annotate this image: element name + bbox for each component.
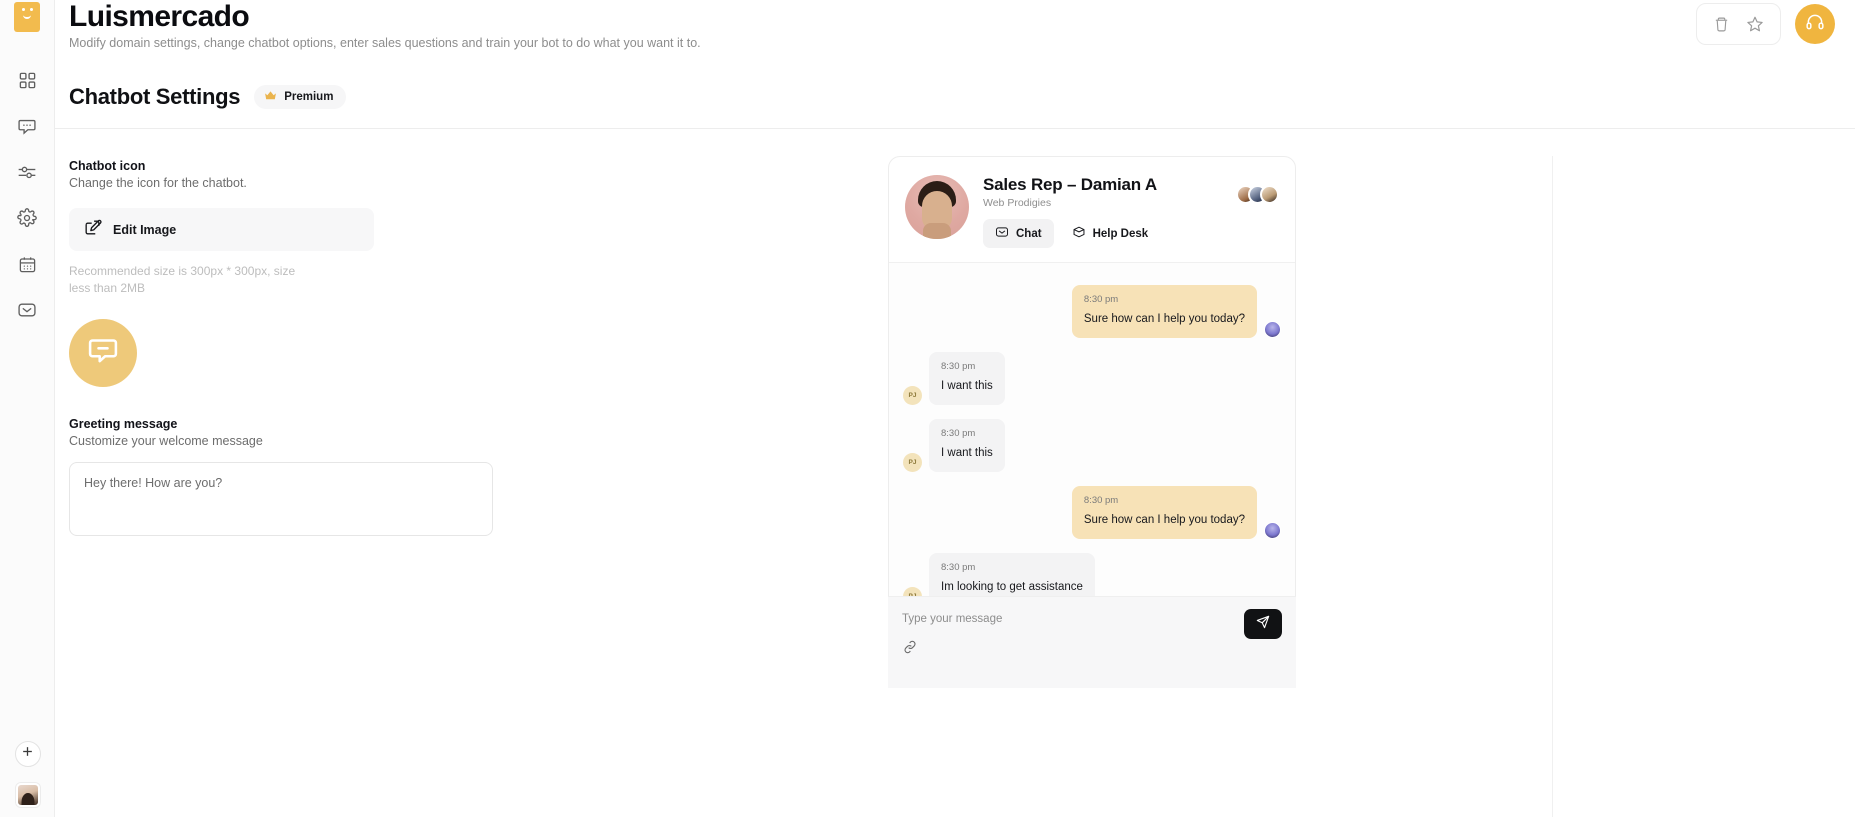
edit-image-button[interactable]: Edit Image — [69, 208, 374, 251]
chat-preview-tabs: Chat Help Desk — [983, 219, 1160, 248]
image-size-hint: Recommended size is 300px * 300px, size … — [69, 264, 296, 295]
top-actions — [1696, 0, 1835, 45]
support-button[interactable] — [1795, 4, 1835, 44]
greeting-input[interactable] — [69, 462, 493, 536]
chatbot-icon-description: Change the icon for the chatbot. — [69, 176, 247, 190]
message-text: Sure how can I help you today? — [1083, 313, 1245, 325]
user-bubble: 8:30 pm I want this — [929, 352, 1005, 405]
chatbot-icon-label: Chatbot icon — [69, 159, 146, 173]
greeting-message-field: Greeting message Customize your welcome … — [69, 417, 915, 541]
grid-icon — [18, 71, 37, 90]
sales-rep-name: Sales Rep – Damian A — [983, 175, 1157, 194]
message-text: Sure how can I help you today? — [1083, 514, 1245, 526]
page-title: Luismercado — [69, 0, 250, 33]
calendar-icon — [18, 255, 37, 274]
edit-square-icon — [83, 218, 102, 242]
chat-preview-card: Sales Rep – Damian A Web Prodigies Chat — [888, 156, 1296, 688]
main-content: Luismercado Modify domain settings, chan… — [55, 0, 1855, 817]
sidebar-item-appointments[interactable] — [15, 252, 39, 276]
logo-eyes — [21, 8, 33, 11]
sales-rep-org: Web Prodigies — [983, 197, 1052, 209]
chat-message: 8:30 pm Sure how can I help you today? — [903, 486, 1281, 539]
chat-message-list: 8:30 pm Sure how can I help you today? P… — [889, 263, 1295, 623]
chat-bubble-icon — [85, 333, 121, 374]
bot-bubble: 8:30 pm Sure how can I help you today? — [1071, 285, 1257, 338]
user-initials-avatar: PJ — [903, 386, 922, 405]
title-wrap: Luismercado Modify domain settings, chan… — [69, 0, 701, 50]
message-text: Im looking to get assistance — [941, 581, 1083, 593]
topbar: Luismercado Modify domain settings, chan… — [55, 0, 1855, 57]
edit-image-label: Edit Image — [113, 222, 177, 237]
add-domain-button[interactable] — [14, 741, 41, 767]
user-initials-avatar: PJ — [903, 453, 922, 472]
send-icon — [1255, 614, 1271, 635]
team-avatar-3 — [1260, 185, 1279, 204]
sidebar-nav — [15, 68, 39, 322]
sidebar-item-integrations[interactable] — [15, 160, 39, 184]
sidebar-item-settings[interactable] — [15, 206, 39, 230]
chat-message: PJ 8:30 pm I want this — [903, 352, 1281, 405]
sidebar-item-conversations[interactable] — [15, 114, 39, 138]
mail-icon — [17, 300, 37, 320]
sidebar-item-email-marketing[interactable] — [15, 298, 39, 322]
greeting-label: Greeting message — [69, 417, 178, 431]
tab-help-desk-label: Help Desk — [1092, 227, 1149, 240]
section-header: Chatbot Settings Premium — [55, 57, 1855, 110]
greeting-description: Customize your welcome message — [69, 434, 263, 448]
settings-left-column: Chatbot icon Change the icon for the cha… — [55, 129, 915, 541]
chat-bubble-icon — [17, 116, 37, 136]
chatbot-icon-field: Chatbot icon Change the icon for the cha… — [69, 159, 915, 387]
mail-icon — [995, 225, 1009, 242]
sliders-icon — [17, 162, 37, 182]
sales-rep-avatar — [905, 175, 969, 239]
headphones-icon — [1805, 12, 1825, 37]
premium-label: Premium — [284, 91, 334, 103]
message-text: I want this — [941, 447, 993, 459]
section-title: Chatbot Settings — [69, 84, 241, 109]
sidebar — [0, 0, 55, 817]
topbar-action-pill — [1696, 3, 1781, 45]
team-avatars — [1236, 185, 1279, 204]
status-badge: Premium — [254, 85, 347, 109]
sidebar-item-dashboard[interactable] — [15, 68, 39, 92]
message-text: I want this — [941, 380, 993, 392]
star-icon[interactable] — [1746, 15, 1764, 33]
luismercado-logo[interactable] — [14, 2, 40, 32]
package-icon — [1072, 225, 1086, 242]
send-button[interactable] — [1244, 609, 1282, 639]
trash-icon[interactable] — [1713, 16, 1730, 33]
sidebar-bottom — [0, 741, 55, 817]
tab-chat[interactable]: Chat — [983, 219, 1054, 248]
message-time: 8:30 pm — [1083, 294, 1119, 305]
chat-preview: Sales Rep – Damian A Web Prodigies Chat — [888, 156, 1296, 688]
message-time: 8:30 pm — [941, 562, 976, 573]
tab-chat-label: Chat — [1016, 227, 1042, 240]
preview-area-divider — [1552, 156, 1553, 817]
bot-avatar — [1264, 522, 1281, 539]
message-time: 8:30 pm — [941, 361, 976, 372]
tab-help-desk[interactable]: Help Desk — [1060, 219, 1161, 248]
bot-avatar — [1264, 321, 1281, 338]
logo-mouth — [23, 15, 31, 19]
chat-input[interactable]: Type your message — [902, 613, 1282, 625]
message-time: 8:30 pm — [941, 428, 976, 439]
chat-message: PJ 8:30 pm I want this — [903, 419, 1281, 472]
chat-message: 8:30 pm Sure how can I help you today? — [903, 285, 1281, 338]
chat-preview-header: Sales Rep – Damian A Web Prodigies Chat — [889, 157, 1295, 263]
app-root: Luismercado Modify domain settings, chan… — [0, 0, 1855, 817]
gear-icon — [17, 208, 37, 228]
message-time: 8:30 pm — [1083, 495, 1119, 506]
chat-input-bar: Type your message — [888, 596, 1296, 688]
avatar[interactable] — [15, 783, 40, 807]
plus-icon — [21, 745, 34, 763]
page-subtitle: Modify domain settings, change chatbot o… — [69, 36, 701, 50]
chatbot-icon-preview[interactable] — [69, 319, 137, 387]
bot-bubble: 8:30 pm Sure how can I help you today? — [1071, 486, 1257, 539]
crown-icon — [264, 90, 277, 104]
rep-info: Sales Rep – Damian A Web Prodigies Chat — [983, 175, 1160, 248]
user-bubble: 8:30 pm I want this — [929, 419, 1005, 472]
